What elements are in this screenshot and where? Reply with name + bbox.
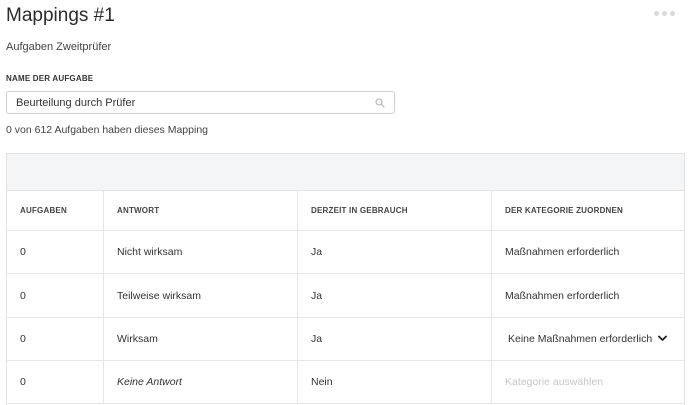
antwort-value: Keine Antwort <box>104 361 298 403</box>
mapping-table: AUFGABEN ANTWORT DERZEIT IN GEBRAUCH DER… <box>6 153 685 405</box>
page-subtitle: Aufgaben Zweitprüfer <box>6 41 112 53</box>
table-toolbar <box>7 154 684 191</box>
table-row: 0 Wirksam Ja Keine Maßnahmen erforderlic… <box>7 318 684 361</box>
table-row: 0 Teilweise wirksam Ja Maßnahmen erforde… <box>7 274 684 318</box>
header-gebrauch: DERZEIT IN GEBRAUCH <box>298 190 492 230</box>
task-search-input[interactable] <box>16 95 366 111</box>
category-value[interactable]: Maßnahmen erforderlich <box>492 231 684 273</box>
in-use-value: Nein <box>298 361 492 403</box>
table-row: 0 Nicht wirksam Ja Maßnahmen erforderlic… <box>7 231 684 274</box>
aufgaben-count: 0 <box>7 274 104 317</box>
table-header-row: AUFGABEN ANTWORT DERZEIT IN GEBRAUCH DER… <box>7 190 684 231</box>
antwort-value: Nicht wirksam <box>104 231 298 273</box>
category-select-placeholder[interactable]: Kategorie auswählen <box>492 361 684 403</box>
antwort-value: Teilweise wirksam <box>104 274 298 317</box>
header-kategorie: DER KATEGORIE ZUORDNEN <box>505 205 624 215</box>
aufgaben-count: 0 <box>7 318 104 360</box>
antwort-value: Wirksam <box>104 318 298 360</box>
mapping-count-text: 0 von 612 Aufgaben haben dieses Mapping <box>6 124 208 136</box>
chevron-down-icon[interactable] <box>658 335 667 342</box>
table-row: 0 Keine Antwort Nein Kategorie auswählen <box>7 361 684 404</box>
category-select-value: Keine Maßnahmen erforderlich <box>508 333 653 345</box>
aufgaben-count: 0 <box>7 231 104 273</box>
in-use-value: Ja <box>298 318 492 360</box>
header-antwort: ANTWORT <box>104 190 298 230</box>
more-options-icon[interactable] <box>654 11 675 16</box>
category-select[interactable]: Keine Maßnahmen erforderlich <box>492 318 684 360</box>
dot <box>670 11 675 16</box>
aufgaben-count: 0 <box>7 361 104 403</box>
task-name-label: NAME DER AUFGABE <box>6 74 94 83</box>
header-aufgaben: AUFGABEN <box>7 190 104 230</box>
page-title: Mappings #1 <box>6 5 115 26</box>
category-value[interactable]: Maßnahmen erforderlich <box>492 274 684 317</box>
in-use-value: Ja <box>298 274 492 317</box>
search-icon <box>375 98 385 108</box>
in-use-value: Ja <box>298 231 492 273</box>
dot <box>662 11 667 16</box>
task-search-field[interactable] <box>6 91 395 114</box>
dot <box>654 11 659 16</box>
